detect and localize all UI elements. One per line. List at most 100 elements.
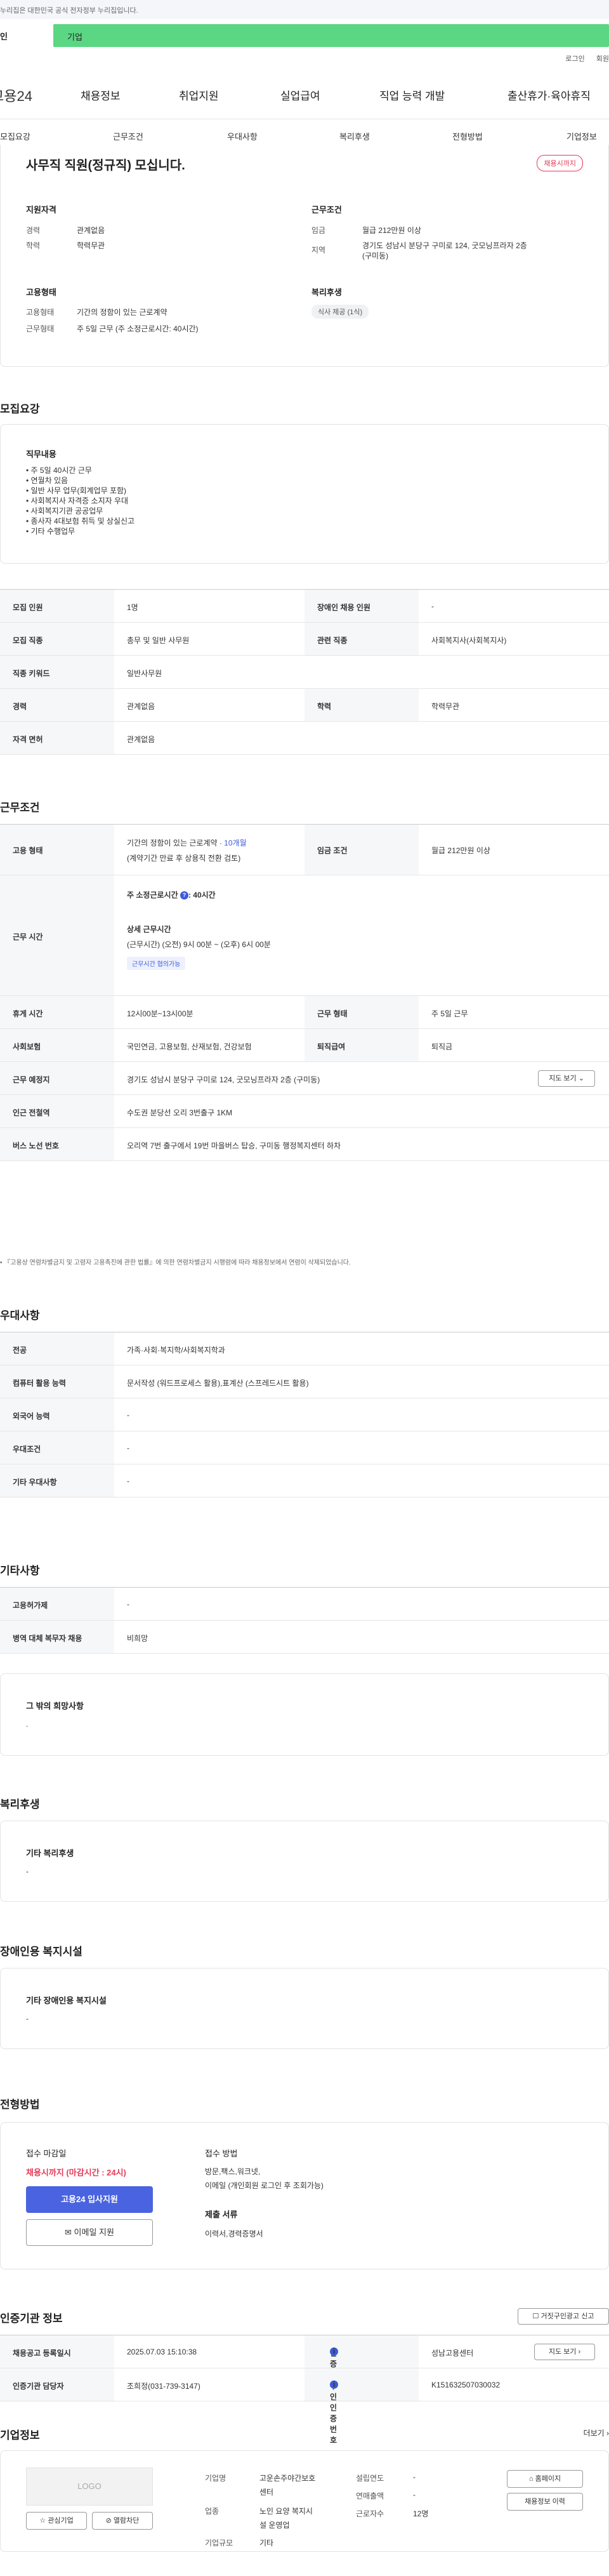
site-logo[interactable]: 고용24 <box>0 85 32 105</box>
gnb-menu-unemployment[interactable]: 실업급여 <box>280 87 320 103</box>
table-row: 고용 형태 기간의 정함이 있는 근로계약 · 10개월 (계약기간 만료 후 … <box>0 825 609 875</box>
industry-value-2: 설 운영업 <box>259 2521 290 2530</box>
map-button[interactable]: 지도 보기 ⌄ <box>538 1070 595 1087</box>
homepage-button[interactable]: ⌂ 홈페이지 <box>507 2470 583 2488</box>
apply-button[interactable]: 고용24 입사지원 <box>26 2186 153 2213</box>
edu-label: 학력 <box>26 241 41 250</box>
code-value: K151632507030032 <box>431 2380 501 2389</box>
login-link[interactable]: 로그인 <box>565 55 584 63</box>
job-title: 사무직 직원(정규직) 모십니다. <box>26 159 185 173</box>
tab-welfare[interactable]: 복리후생 <box>339 130 370 142</box>
duty-heading: 직무내용 <box>26 449 56 459</box>
table-row: 직종 키워드 일반사무원 <box>0 656 609 689</box>
related-value: 사회복지사(사회복지사) <box>431 636 507 645</box>
chevron-right-icon: › <box>606 2429 609 2438</box>
method-label: 접수 방법 <box>205 2149 238 2158</box>
welfare-card: 기타 복리후생 - <box>0 1821 609 1902</box>
place-value: 경기도 성남시 분당구 구미로 124, 굿모닝프라자 2층 (구미동) <box>127 1075 320 1084</box>
duty-list: • 주 5일 40시간 근무 • 연월차 있음 • 일반 사무 업무(회계업무 … <box>26 465 134 536</box>
list-item: • 기타 수행업무 <box>26 527 75 536</box>
staff-label: 근로자수 <box>356 2509 384 2518</box>
method-value-1: 방문,팩스,워크넷, <box>205 2167 261 2176</box>
insurance-label: 사회보험 <box>13 1042 41 1051</box>
list-item: • 사회복지사 자격증 소지자 우대 <box>26 496 129 505</box>
chevron-right-icon: › <box>578 2348 581 2356</box>
welfare-tag: 식사 제공 (1식) <box>311 305 369 319</box>
emp-value: 기간의 정함이 있는 근로계약 · 10개월 <box>127 839 247 847</box>
region-value-1: 경기도 성남시 분당구 구미로 124, 굿모닝프라자 2층 <box>362 241 527 250</box>
job-history-button[interactable]: 채용정보 이력 <box>507 2493 583 2511</box>
join-link[interactable]: 회원 <box>596 55 609 63</box>
region-value-2: (구미동) <box>362 251 389 260</box>
tab-company[interactable]: 기업정보 <box>566 130 597 142</box>
process-card: 접수 마감일 채용시까지 (마감시간 : 24시) 고용24 입사지원 ✉ 이메… <box>0 2122 609 2269</box>
company-more-link[interactable]: 더보기 › <box>584 2427 609 2438</box>
break-label: 휴게 시간 <box>13 1009 43 1018</box>
home-icon: ⌂ <box>528 2475 534 2483</box>
hours-detail-label: 상세 근무시간 <box>127 925 171 934</box>
gnb-menu-jobs[interactable]: 채용정보 <box>81 87 121 103</box>
edu-row-value: 학력무관 <box>431 702 460 711</box>
table-row: 모집 직종 총무 및 일반 사무원 관련 직종 사회복지사(사회복지사) <box>0 623 609 656</box>
table-row: 휴게 시간 12시00분~13시00분 근무 형태 주 5일 근무 <box>0 996 609 1029</box>
table-row: 인근 전철역 수도권 분당선 오리 3번출구 1KM <box>0 1095 609 1128</box>
founded-value: - <box>413 2473 416 2481</box>
job-label: 모집 직종 <box>13 636 43 645</box>
sales-value: - <box>413 2490 416 2499</box>
emp-label: 고용 형태 <box>13 846 43 855</box>
facility-heading: 기타 장애인용 복지시설 <box>26 1996 107 2005</box>
favorite-company-button[interactable]: ☆ 관심기업 <box>26 2512 87 2530</box>
chevron-down-icon: ⌄ <box>578 1075 584 1082</box>
tab-preference[interactable]: 우대사항 <box>227 130 258 142</box>
wage-value: 월급 212만원 이상 <box>362 226 421 235</box>
main-content: 사무직 직원(정규직) 모십니다. 채용시까지 지원자격 경력 관계없음 학력 … <box>0 145 609 2557</box>
staff-value: 12명 <box>413 2509 429 2518</box>
extra-heading: 그 밖의 희망사항 <box>26 1701 84 1711</box>
list-item: • 주 5일 40시간 근무 <box>26 466 92 475</box>
block-view-button[interactable]: ⊘ 열람차단 <box>92 2512 153 2530</box>
headcount-label: 모집 인원 <box>13 603 43 612</box>
break-value: 12시00분~13시00분 <box>127 1009 193 1018</box>
welfare-card-heading: 기타 복리후생 <box>26 1849 74 1858</box>
search-input[interactable]: 기업 <box>53 24 609 47</box>
wage-cond-value: 월급 212만원 이상 <box>431 846 490 855</box>
report-fake-ad-button[interactable]: ☐ 거짓구인광고 신고 <box>518 2308 609 2325</box>
deadline-label: 접수 마감일 <box>26 2149 67 2158</box>
gnb-menu-leave[interactable]: 출산휴가·육아휴직 <box>508 87 591 103</box>
worktype-label: 근무 형태 <box>317 1009 348 1018</box>
tab-recruit[interactable]: 모집요강 <box>0 130 30 142</box>
career-label: 경력 <box>26 226 41 235</box>
emp-value-note: (계약기간 만료 후 상용직 전환 검토) <box>127 854 241 863</box>
info-icon[interactable]: ? <box>180 891 188 900</box>
email-apply-button[interactable]: ✉ 이메일 지원 <box>26 2219 153 2246</box>
block-icon: ⊘ <box>105 2517 112 2525</box>
military-value: 비희망 <box>127 1634 148 1643</box>
career-row-label: 경력 <box>13 702 27 711</box>
tab-process[interactable]: 전형방법 <box>452 130 483 142</box>
cert-map-button[interactable]: 지도 보기 › <box>534 2344 595 2360</box>
extra-card: 그 밖의 희망사항 . <box>0 1673 609 1756</box>
table-row: 병역 대체 복무자 채용 비희망 <box>0 1621 609 1654</box>
facility-card: 기타 장애인용 복지시설 - <box>0 1968 609 2049</box>
table-row: 외국어 능력 - <box>0 1398 609 1431</box>
table-row: 근무 예정지 경기도 성남시 분당구 구미로 124, 굿모닝프라자 2층 (구… <box>0 1062 609 1095</box>
list-item: • 일반 사무 업무(회계업무 포함) <box>26 486 127 495</box>
table-row: 고용허가제 - <box>0 1588 609 1621</box>
table-row: 사회보험 국민연금, 고용보험, 산재보험, 건강보험 퇴직급여 퇴직금 <box>0 1029 609 1062</box>
size-label: 기업규모 <box>205 2539 233 2547</box>
tab-conditions[interactable]: 근무조건 <box>113 130 143 142</box>
gnb-menu-training[interactable]: 직업 능력 개발 <box>379 87 445 103</box>
table-row: 근무 시간 주 소정근로시간 ?: 40시간 상세 근무시간 (근무시간) (오… <box>0 875 609 996</box>
qual-heading: 지원자격 <box>26 205 56 215</box>
info-icon[interactable]: i <box>330 2347 338 2356</box>
list-item: • 연월차 있음 <box>26 476 69 485</box>
info-icon[interactable]: i <box>330 2380 338 2389</box>
manager-value: 조희정(031-739-3147) <box>127 2382 200 2391</box>
utility-links: 로그인 회원 <box>0 51 609 67</box>
welfare-title: 복리후생 <box>0 1798 40 1810</box>
facility-value: - <box>26 2014 29 2023</box>
gnb-menu-employment-support[interactable]: 취업지원 <box>179 87 219 103</box>
cond-heading: 근무조건 <box>311 205 342 215</box>
military-label: 병역 대체 복무자 채용 <box>13 1634 82 1643</box>
bus-label: 버스 노선 번호 <box>13 1141 59 1150</box>
